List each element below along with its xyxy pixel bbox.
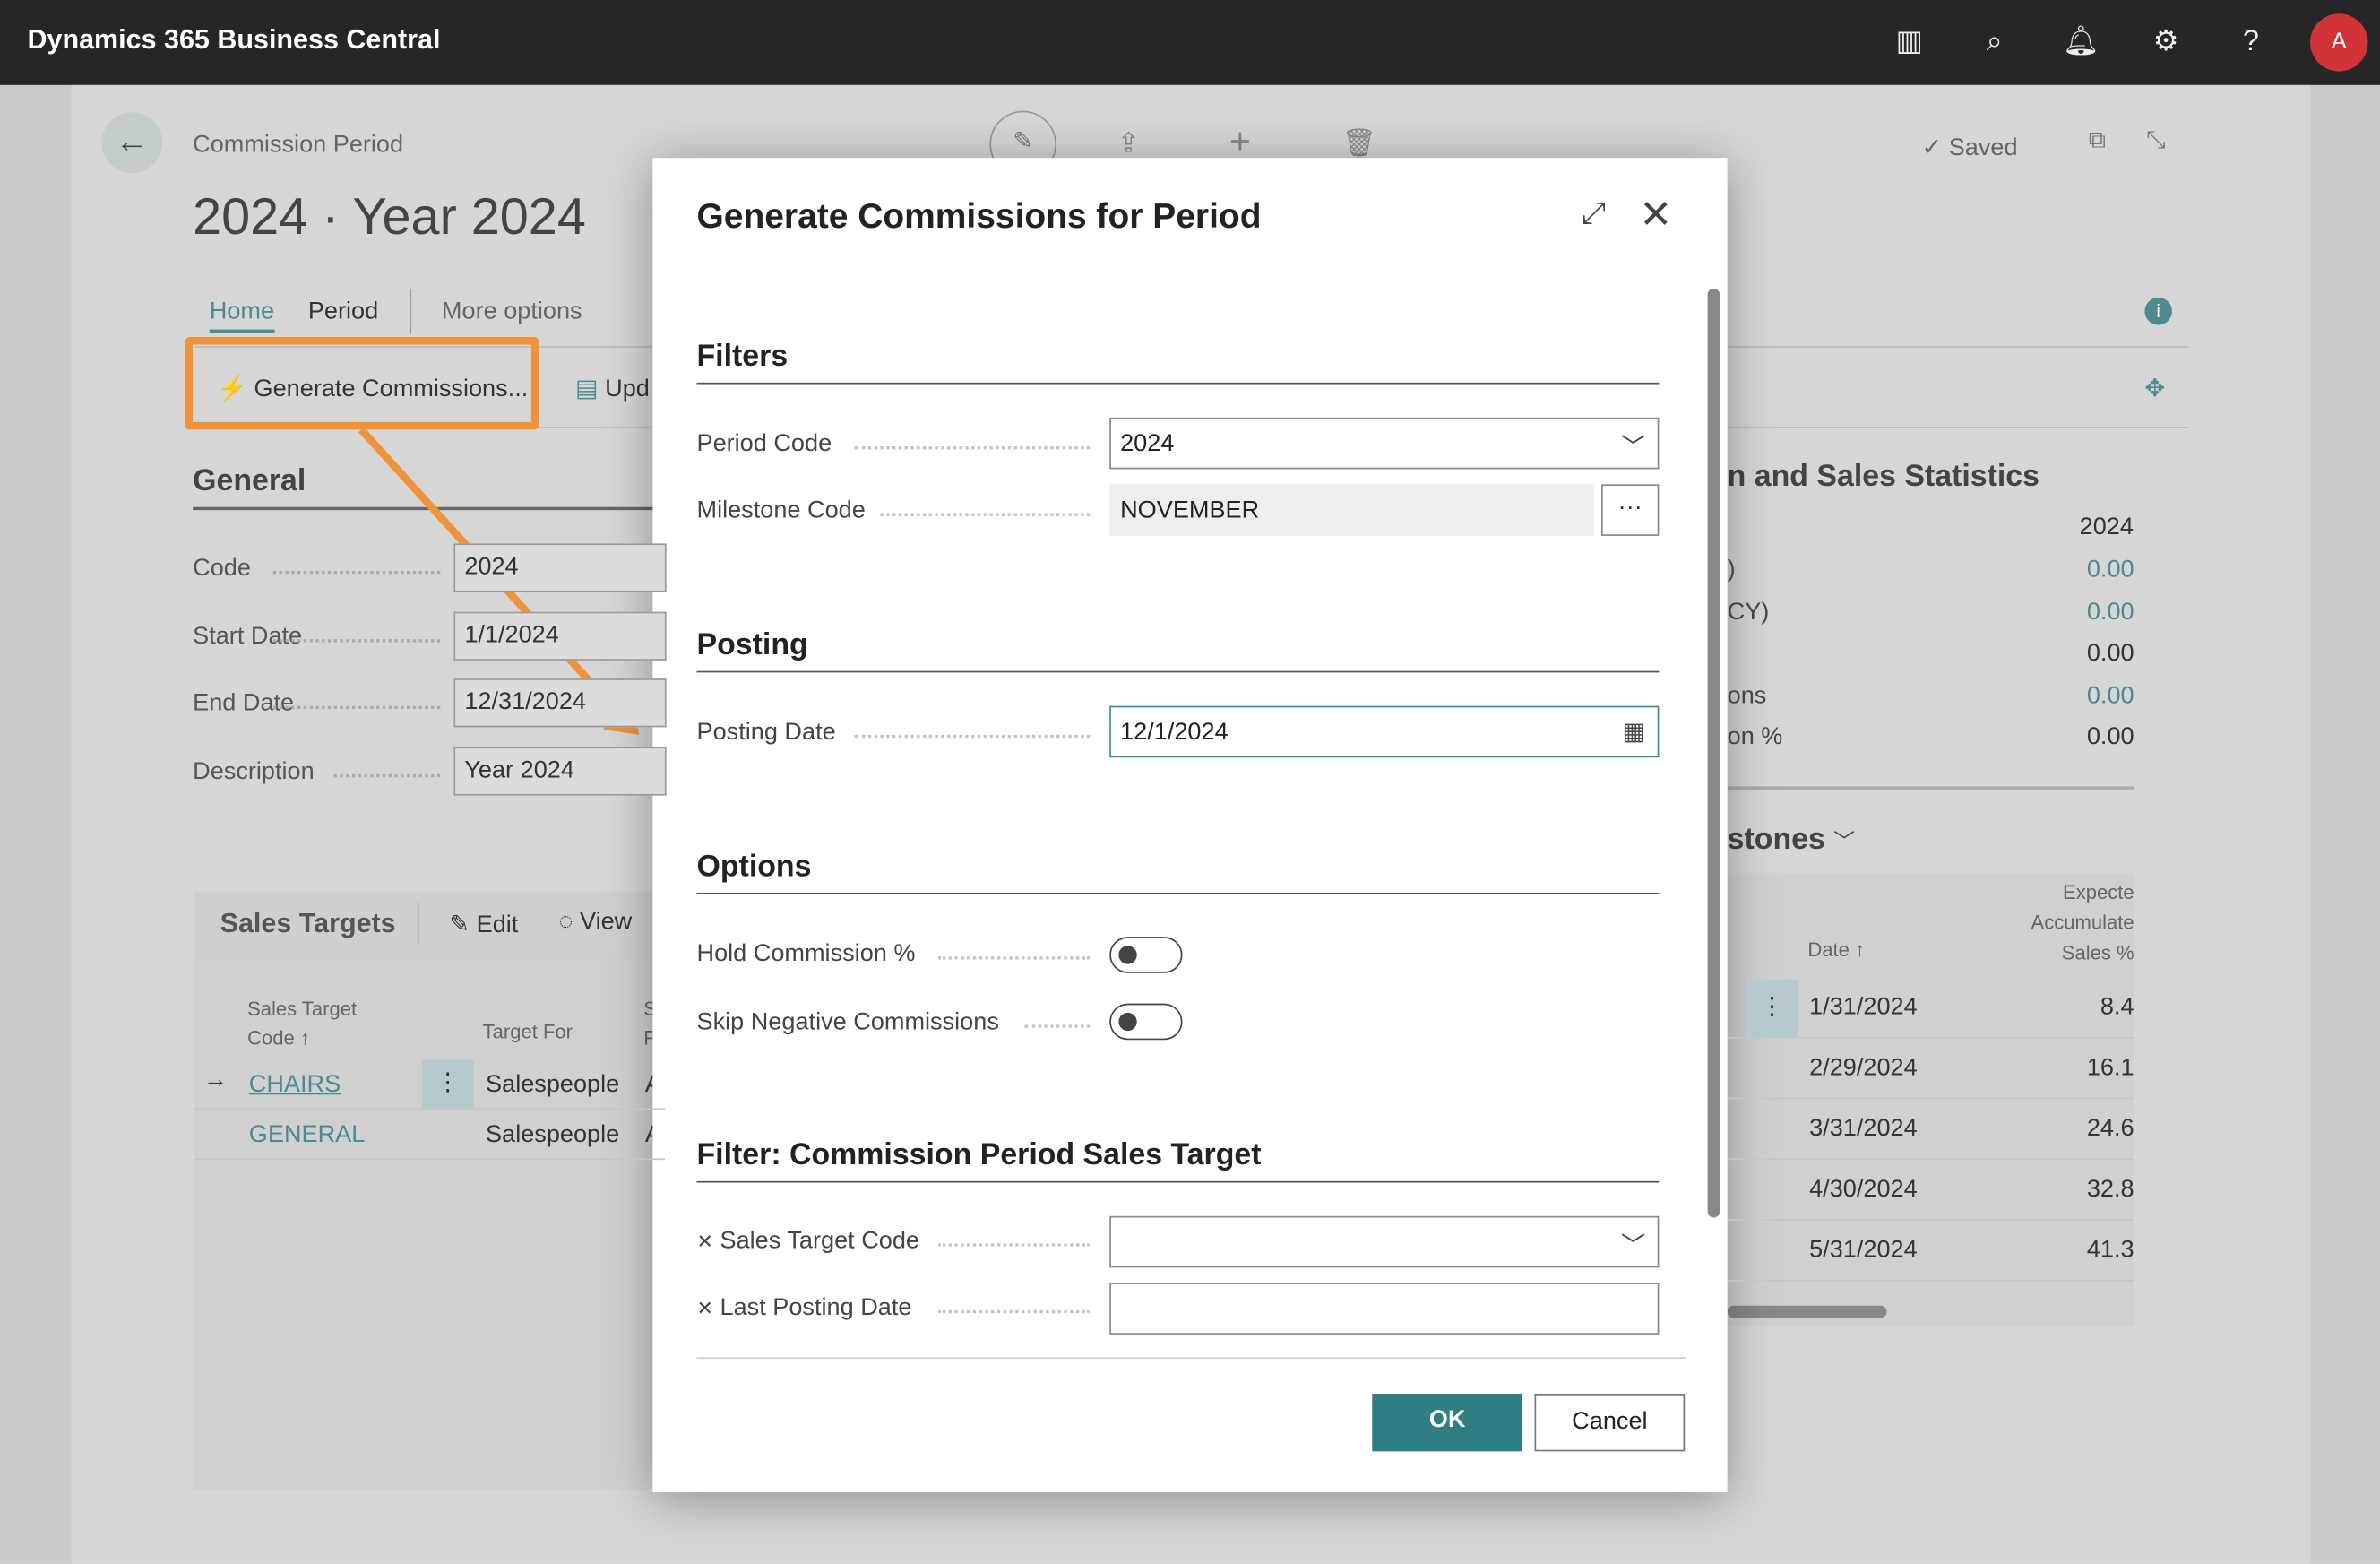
divider: [696, 893, 1660, 894]
milestone-code-input[interactable]: NOVEMBER: [1109, 484, 1594, 536]
chevron-down-icon: ﹀: [1621, 1234, 1646, 1260]
stat-value[interactable]: 0.00: [2034, 682, 2134, 709]
label-text: Sales Target Code: [720, 1228, 919, 1255]
general-field-input[interactable]: 1/1/2024: [453, 610, 667, 660]
hold-commission-toggle[interactable]: [1109, 937, 1183, 973]
label-text: Last Posting Date: [720, 1294, 912, 1321]
arrow-right-icon: →: [203, 1067, 229, 1093]
milestone-date: 3/31/2024: [1809, 1116, 1918, 1142]
milestone-code-label: Milestone Code: [696, 497, 866, 524]
sales-target-code-link[interactable]: CHAIRS: [249, 1072, 341, 1099]
dots: [1024, 1024, 1091, 1028]
stat-label: ons: [1727, 682, 1767, 709]
milestone-date: 5/31/2024: [1809, 1237, 1918, 1264]
general-field-label: End Date: [193, 690, 295, 717]
last-posting-date-label: ✕ Last Posting Date: [696, 1295, 911, 1322]
general-field-input[interactable]: 2024: [453, 543, 667, 592]
dots: [854, 446, 1091, 450]
sales-target-code-select[interactable]: ﹀: [1109, 1215, 1660, 1268]
last-posting-date-input[interactable]: [1109, 1283, 1660, 1335]
dots: [937, 956, 1091, 960]
dots: [854, 734, 1091, 739]
milestone-value: 32.8: [2086, 1176, 2134, 1203]
target-for-cell: Salespeople: [486, 1121, 620, 1148]
remove-filter-icon[interactable]: ✕: [696, 1297, 712, 1319]
row-menu-icon[interactable]: ⋮: [421, 1059, 474, 1109]
dots: [272, 638, 441, 642]
general-field-label: Start Date: [193, 623, 303, 650]
stat-label: CY): [1727, 599, 1770, 626]
divider: [696, 1180, 1660, 1183]
stat-value: 0.00: [2086, 640, 2134, 667]
stat-label: on %: [1727, 723, 1783, 750]
dots: [272, 705, 441, 710]
posting-heading: Posting: [696, 628, 808, 662]
general-field-label: Description: [193, 758, 315, 784]
dots: [937, 1309, 1091, 1314]
sales-target-code-label: ✕ Sales Target Code: [696, 1228, 918, 1255]
posting-date-label: Posting Date: [696, 719, 836, 746]
period-code-label: Period Code: [696, 431, 832, 457]
milestone-value: 24.6: [2086, 1116, 2134, 1142]
milestone-value: 8.4: [2100, 994, 2134, 1021]
dots: [333, 773, 441, 777]
divider: [696, 382, 1660, 385]
period-code-value: 2024: [1120, 431, 1175, 457]
expand-icon[interactable]: ⤢: [1582, 197, 1606, 232]
lookup-button[interactable]: ···: [1601, 484, 1660, 536]
general-field-input[interactable]: 12/31/2024: [453, 678, 667, 728]
filter-sales-target-heading: Filter: Commission Period Sales Target: [696, 1138, 1262, 1172]
dots: [272, 570, 441, 575]
milestone-date: 1/31/2024: [1809, 994, 1918, 1021]
row-menu-icon[interactable]: ⋮: [1745, 979, 1799, 1037]
dots: [880, 513, 1091, 516]
stat-value[interactable]: 0.00: [2034, 599, 2134, 626]
posting-date-input[interactable]: 12/1/2024 ▦: [1109, 705, 1660, 758]
stat-label: ): [1727, 557, 1736, 583]
posting-date-value: 12/1/2024: [1120, 719, 1229, 746]
cancel-button[interactable]: Cancel: [1534, 1393, 1686, 1452]
calendar-icon[interactable]: ▦: [1623, 717, 1646, 747]
filters-heading: Filters: [696, 340, 789, 374]
target-for-cell: Salespeople: [486, 1071, 620, 1098]
milestone-value: 41.3: [2086, 1237, 2134, 1264]
chevron-down-icon: ﹀: [1621, 436, 1646, 462]
milestone-date: 4/30/2024: [1809, 1176, 1918, 1203]
remove-filter-icon[interactable]: ✕: [696, 1230, 712, 1252]
general-field-input[interactable]: Year 2024: [453, 746, 667, 795]
cell: A: [645, 1072, 652, 1099]
generate-commissions-dialog: Generate Commissions for Period ⤢ ✕ Filt…: [652, 158, 1728, 1493]
skip-negative-toggle[interactable]: [1109, 1003, 1183, 1041]
dots: [937, 1243, 1091, 1247]
options-heading: Options: [696, 850, 812, 884]
period-code-select[interactable]: 2024 ﹀: [1109, 417, 1660, 470]
general-field-label: Code: [193, 555, 251, 582]
vertical-scrollbar[interactable]: [1707, 288, 1720, 1218]
stat-value[interactable]: 0.00: [2034, 557, 2134, 584]
skip-negative-label: Skip Negative Commissions: [696, 1009, 999, 1036]
sales-target-code-link[interactable]: GENERAL: [249, 1122, 366, 1149]
hold-commission-label: Hold Commission %: [696, 941, 916, 968]
close-icon[interactable]: ✕: [1639, 191, 1672, 238]
milestone-value: 16.1: [2086, 1055, 2134, 1082]
divider: [696, 670, 1660, 673]
milestone-date: 2/29/2024: [1809, 1055, 1918, 1082]
dialog-title: Generate Commissions for Period: [696, 195, 1262, 236]
divider: [696, 1357, 1686, 1360]
ok-button[interactable]: OK: [1372, 1393, 1522, 1452]
stat-value: 0.00: [2086, 723, 2134, 750]
cell: A: [645, 1122, 652, 1149]
